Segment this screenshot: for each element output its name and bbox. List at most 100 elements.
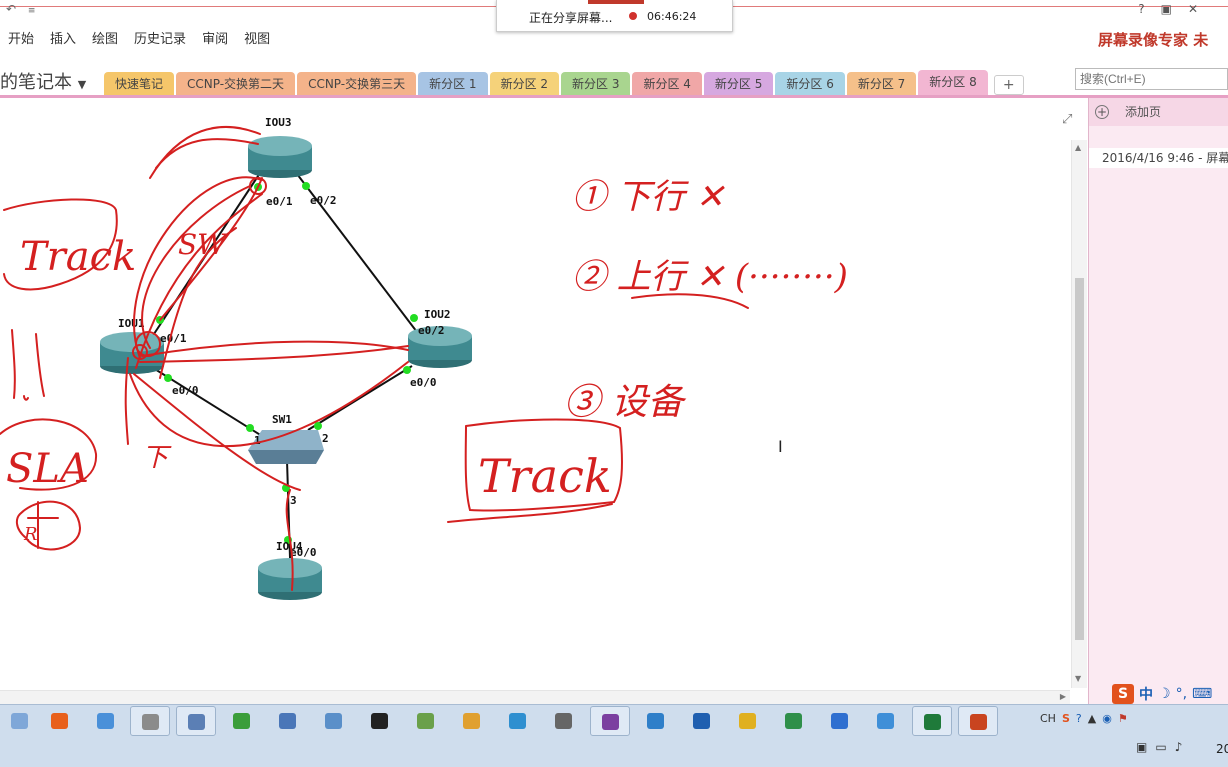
- section-tab[interactable]: 新分区 6: [775, 72, 845, 96]
- section-tab[interactable]: 新分区 1: [418, 72, 488, 96]
- browser-glyph: [877, 713, 894, 729]
- bulb-glyph: [739, 713, 756, 729]
- help-icon[interactable]: ?: [1076, 712, 1082, 725]
- menu-draw[interactable]: 绘图: [84, 28, 126, 47]
- menu-insert[interactable]: 插入: [42, 28, 84, 47]
- moon-icon[interactable]: ☽: [1158, 686, 1171, 702]
- search-input[interactable]: [1075, 68, 1228, 90]
- powerpoint-icon[interactable]: [958, 706, 998, 736]
- keyboard-icon[interactable]: ⌨: [1192, 686, 1212, 702]
- paint-glyph: [325, 713, 342, 729]
- router-iou3[interactable]: [248, 136, 312, 178]
- network-icon[interactable]: ◉: [1102, 712, 1112, 725]
- add-page-button[interactable]: + 添加页: [1089, 98, 1228, 126]
- add-section-button[interactable]: +: [993, 75, 1024, 95]
- ink-text: Track: [478, 449, 612, 503]
- quick-access-toolbar[interactable]: ↶ ≡: [6, 2, 35, 16]
- calculator-icon[interactable]: [130, 706, 170, 736]
- port-label: e0/0: [290, 546, 317, 559]
- network-app-icon[interactable]: [86, 706, 126, 736]
- paint-icon[interactable]: [314, 706, 354, 736]
- section-tab[interactable]: 新分区 8: [918, 70, 988, 96]
- scroll-thumb[interactable]: [1075, 278, 1084, 640]
- camera-icon[interactable]: [544, 706, 584, 736]
- qq-icon[interactable]: [360, 706, 400, 736]
- menu-history[interactable]: 历史记录: [126, 28, 194, 47]
- horizontal-scrollbar[interactable]: ▶: [0, 690, 1070, 704]
- onenote-glyph: [602, 714, 619, 730]
- customize-qat-icon[interactable]: ≡: [28, 6, 36, 16]
- messenger-icon[interactable]: [636, 706, 676, 736]
- section-tab[interactable]: CCNP-交换第二天: [176, 72, 296, 96]
- sogou-icon[interactable]: S: [1112, 684, 1134, 704]
- camera-glyph: [555, 713, 572, 729]
- page-item[interactable]: 2016/4/16 9:46 - 屏幕: [1089, 148, 1228, 168]
- section-tab[interactable]: CCNP-交换第三天: [297, 72, 417, 96]
- expand-icon[interactable]: ⤢: [1062, 112, 1072, 127]
- section-tab[interactable]: 新分区 7: [846, 72, 917, 96]
- excel-glyph: [924, 714, 941, 730]
- section-tab[interactable]: 快速笔记: [104, 72, 175, 96]
- menu-review[interactable]: 审阅: [194, 28, 236, 47]
- screen-share-bar[interactable]: 正在分享屏幕... 06:46:24: [496, 0, 733, 32]
- puzzle-icon[interactable]: [406, 706, 446, 736]
- clock[interactable]: 20: [1216, 742, 1228, 756]
- onenote-icon[interactable]: [590, 706, 630, 736]
- spreadsheet-app-icon[interactable]: [222, 706, 262, 736]
- chrome-icon[interactable]: [452, 706, 492, 736]
- scroll-up-icon[interactable]: ▲: [1075, 143, 1081, 152]
- share-bar-grip[interactable]: [588, 0, 644, 4]
- router-iou4[interactable]: [258, 558, 322, 600]
- undo-icon[interactable]: ↶: [6, 2, 16, 16]
- flag-icon[interactable]: ⚑: [1118, 712, 1128, 725]
- menu-home[interactable]: 开始: [0, 28, 42, 47]
- refresh-app-icon[interactable]: [176, 706, 216, 736]
- language-indicator[interactable]: CH: [1040, 712, 1056, 725]
- section-tabs: 快速笔记 CCNP-交换第二天 CCNP-交换第三天 新分区 1 新分区 2 新分区 3新…: [104, 70, 1024, 96]
- close-icon[interactable]: ✕: [1188, 2, 1198, 16]
- network-diagram: IOU3 IOU1 IOU2 SW1 IOU4 e0/1 e0/2 e0/1 e…: [0, 116, 848, 600]
- scroll-right-icon[interactable]: ▶: [1060, 692, 1066, 701]
- firefox-glyph: [51, 713, 68, 729]
- tools-icon[interactable]: [268, 706, 308, 736]
- ime-mode[interactable]: 中: [1139, 684, 1153, 704]
- network-app-glyph: [97, 713, 114, 729]
- port-label: e0/1: [266, 195, 293, 208]
- section-tab[interactable]: 新分区 5: [703, 72, 774, 96]
- browser-icon[interactable]: [866, 706, 906, 736]
- port-label: e0/1: [160, 332, 187, 345]
- device-icon[interactable]: ▣: [1136, 740, 1147, 754]
- wireshark-icon[interactable]: [682, 706, 722, 736]
- file-explorer-icon[interactable]: [0, 706, 40, 736]
- vertical-scrollbar[interactable]: ▲ ▼: [1071, 140, 1087, 688]
- ime-toolbar[interactable]: S 中 ☽ °, ⌨: [1112, 684, 1212, 704]
- section-tab[interactable]: 新分区 3: [561, 72, 631, 96]
- chevron-down-icon[interactable]: ▼: [78, 78, 86, 91]
- system-tray-row2: ▣ ▭ ♪: [1136, 740, 1182, 754]
- monitor-icon[interactable]: ▭: [1155, 740, 1166, 754]
- section-tab[interactable]: 新分区 4: [632, 72, 702, 96]
- flag-app-icon[interactable]: [774, 706, 814, 736]
- section-tab[interactable]: 新分区 2: [489, 72, 560, 96]
- port-label: e0/0: [410, 376, 437, 389]
- ie-icon[interactable]: [820, 706, 860, 736]
- help-button[interactable]: ?: [1138, 2, 1144, 16]
- scroll-down-icon[interactable]: ▼: [1075, 674, 1081, 683]
- menu-view[interactable]: 视图: [236, 28, 278, 47]
- restore-icon[interactable]: ▣: [1161, 2, 1172, 16]
- node-label: SW1: [272, 413, 292, 426]
- bulb-icon[interactable]: [728, 706, 768, 736]
- link-iou2-sw1: [307, 365, 413, 431]
- note-canvas[interactable]: IOU3 IOU1 IOU2 SW1 IOU4 e0/1 e0/2 e0/1 e…: [0, 98, 1070, 690]
- excel-icon[interactable]: [912, 706, 952, 736]
- powerpoint-glyph: [970, 714, 987, 730]
- firefox-icon[interactable]: [40, 706, 80, 736]
- text-cursor-icon: I: [778, 437, 783, 456]
- tray-expand-icon[interactable]: ▲: [1088, 712, 1096, 725]
- media-icon[interactable]: [498, 706, 538, 736]
- notebook-title[interactable]: 的笔记本 ▼: [0, 68, 86, 94]
- sogou-tray-icon[interactable]: S: [1062, 712, 1070, 725]
- volume-icon[interactable]: ♪: [1175, 740, 1183, 754]
- ink-text: ① 下行 ✕: [572, 177, 726, 217]
- punctuation-icon[interactable]: °,: [1176, 686, 1187, 702]
